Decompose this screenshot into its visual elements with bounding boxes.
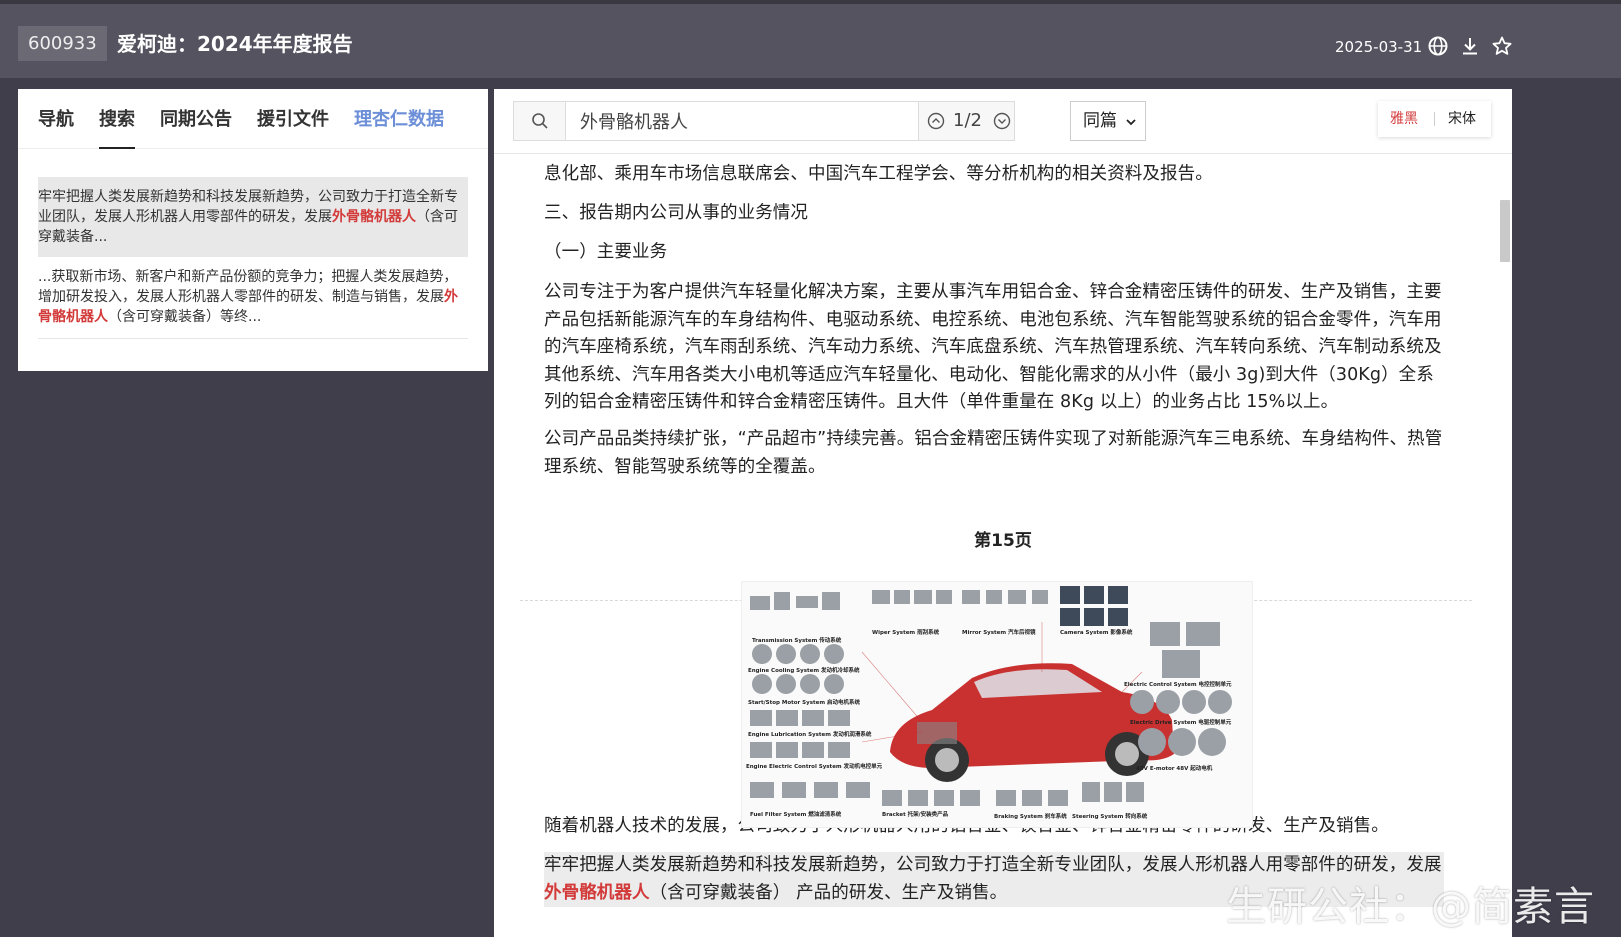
tab-lixinger-data[interactable]: 理杏仁数据 [354, 107, 444, 133]
sidebar-tabs: 导航 搜索 同期公告 援引文件 理杏仁数据 [18, 89, 488, 149]
paragraph-text: （含可穿戴装备） 产品的研发、生产及销售。 [649, 882, 1008, 903]
figure-label: Start/Stop Motor System 启动电机系统 [748, 698, 860, 706]
figure-label: Engine Cooling System 发动机冷却系统 [748, 666, 860, 674]
search-scope-select[interactable]: 同篇 [1070, 101, 1146, 141]
sidebar-panel: 导航 搜索 同期公告 援引文件 理杏仁数据 牢牢把握人类发展新趋势和科技发展新趋… [18, 89, 488, 371]
result-text: ...获取新市场、新客户和新产品份额的竞争力；把握人类发展趋势，增加研发投入，发… [38, 269, 458, 305]
figure-label: Camera System 影像系统 [1060, 628, 1133, 636]
toolbar-divider [494, 153, 1512, 154]
result-text: （含可穿戴装备）等终... [108, 309, 262, 325]
tab-cited-files[interactable]: 援引文件 [257, 107, 329, 133]
figure-label: Electric Drive System 电驱控制单元 [1130, 718, 1232, 726]
font-divider [1434, 112, 1435, 126]
publish-date: 2025-03-31 [1335, 38, 1423, 56]
search-input[interactable] [566, 102, 918, 140]
stock-code-badge: 600933 [18, 26, 107, 61]
figure-label: Electric Control System 电控控制单元 [1124, 680, 1232, 688]
match-count: 1/2 [953, 110, 982, 131]
star-icon[interactable] [1491, 35, 1513, 57]
result-match: 外骨骼机器人 [332, 209, 416, 225]
figure-label: Engine Lubrication System 发动机润滑系统 [748, 730, 872, 738]
watermark-text: 生研公社：@简素言 [1226, 884, 1595, 930]
figure-label: Braking System 刹车系统 [994, 812, 1067, 820]
figure-label: Mirror System 汽车后视镜 [962, 628, 1036, 636]
font-option-yahei[interactable]: 雅黑 [1390, 101, 1418, 137]
next-match-icon[interactable] [993, 112, 1011, 130]
paragraph: 息化部、乘用车市场信息联席会、中国汽车工程学会、等分析机构的相关资料及报告。 [544, 164, 1213, 184]
figure-label: Transmission System 传动系统 [752, 636, 842, 644]
auto-parts-illustration: Transmission System 传动系统 Wiper System 雨刮… [742, 582, 1252, 827]
document-scrollbar[interactable] [1500, 200, 1510, 262]
paragraph: 公司产品品类持续扩张，“产品超市”持续完善。铝合金精密压铸件实现了对新能源汽车三… [544, 429, 1443, 477]
search-match: 外骨骼机器人 [544, 882, 650, 903]
download-icon[interactable] [1459, 35, 1481, 57]
figure-label: 48V E-motor 48V 起动电机 [1136, 764, 1213, 772]
search-result-item[interactable]: 牢牢把握人类发展新趋势和科技发展新趋势，公司致力于打造全新专业团队，发展人形机器… [38, 177, 468, 257]
figure-label: Fuel Filter System 燃油滤清系统 [750, 810, 842, 818]
page-number-label: 第15页 [974, 531, 1032, 551]
paragraph-text: 牢牢把握人类发展新趋势和科技发展新趋势，公司致力于打造全新专业团队，发展人形机器… [544, 855, 1442, 875]
subsection-heading: （一）主要业务 [544, 242, 668, 262]
match-navigator: 1/2 [918, 102, 1014, 140]
chevron-down-icon [1126, 119, 1136, 126]
search-bar: 1/2 [513, 101, 1015, 141]
search-icon[interactable] [514, 102, 566, 140]
font-option-songti[interactable]: 宋体 [1448, 101, 1476, 137]
tab-same-period[interactable]: 同期公告 [160, 107, 232, 133]
auto-parts-diagram: Transmission System 传动系统 Wiper System 雨刮… [741, 581, 1253, 828]
search-result-item[interactable]: ...获取新市场、新客户和新产品份额的竞争力；把握人类发展趋势，增加研发投入，发… [38, 257, 468, 337]
figure-label: Wiper System 雨刮系统 [872, 628, 940, 636]
result-divider [38, 338, 468, 339]
figure-label: Bracket 托架/安装类产品 [882, 810, 949, 818]
section-heading: 三、报告期内公司从事的业务情况 [544, 203, 808, 223]
paragraph: 公司专注于为客户提供汽车轻量化解决方案，主要从事汽车用铝合金、锌合金精密压铸件的… [544, 282, 1442, 412]
font-switcher: 雅黑 宋体 [1378, 101, 1491, 137]
tab-navigation[interactable]: 导航 [38, 107, 74, 133]
figure-label: Engine Electric Control System 发动机电控单元 [746, 762, 883, 770]
globe-icon[interactable] [1427, 35, 1449, 57]
tab-search[interactable]: 搜索 [99, 107, 135, 149]
figure-label: Steering System 转向系统 [1072, 812, 1148, 820]
scope-value: 同篇 [1083, 111, 1117, 131]
top-bar: 600933 爱柯迪：2024年年度报告 2025-03-31 [0, 0, 1621, 78]
document-title: 爱柯迪：2024年年度报告 [117, 32, 353, 56]
previous-match-icon[interactable] [927, 112, 945, 130]
